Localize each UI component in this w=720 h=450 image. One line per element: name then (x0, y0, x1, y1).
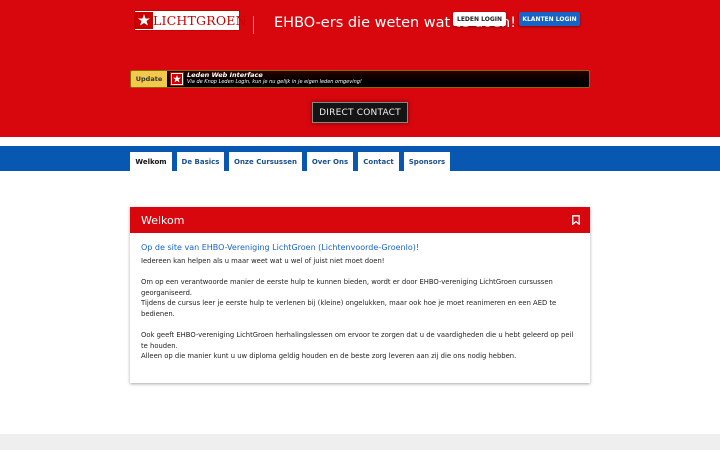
paragraph-diploma: Alleen op die manier kunt u uw diploma g… (141, 352, 517, 361)
paragraph-refresher: Ook geeft EHBO-vereniging LichtGroen her… (141, 331, 574, 350)
paragraph-intro: Iedereen kan helpen als u maar weet wat … (141, 257, 385, 265)
tab-welkom[interactable]: Welkom (130, 152, 172, 171)
update-title: Leden Web Interface (187, 71, 263, 79)
site-logo[interactable]: LICHTGROEN (134, 10, 247, 31)
tab-contact[interactable]: Contact (358, 152, 399, 171)
tab-over-ons[interactable]: Over Ons (307, 152, 353, 171)
direct-contact-button[interactable]: DIRECT CONTACT (312, 102, 408, 123)
tab-onze-cursussen[interactable]: Onze Cursussen (229, 152, 302, 171)
tab-sponsors[interactable]: Sponsors (404, 152, 450, 171)
header-divider (253, 16, 254, 34)
bookmark-icon[interactable] (572, 215, 580, 225)
klanten-login-button[interactable]: KLANTEN LOGIN (519, 12, 580, 26)
logo-cross-icon (170, 72, 184, 86)
logo-text: LICHTGROEN (153, 13, 247, 28)
update-banner[interactable]: Update Leden Web Interface Via de Knop L… (130, 70, 590, 88)
update-subtitle: Via de Knop Leden Login, kun je nu gelij… (187, 79, 362, 85)
paragraph-courses: Om op een verantwoorde manier de eerste … (141, 278, 553, 297)
paragraph-courses-detail: Tijdens de cursus leer je eerste hulp te… (141, 299, 557, 318)
update-label: Update (131, 71, 167, 87)
tab-de-basics[interactable]: De Basics (177, 152, 224, 171)
panel-heading: Welkom (141, 213, 185, 227)
update-body: Leden Web Interface Via de Knop Leden Lo… (167, 71, 589, 87)
panel-header: Welkom (130, 207, 590, 233)
welcome-panel: Welkom Op de site van EHBO-Vereniging Li… (130, 207, 590, 383)
panel-title: Op de site van EHBO-Vereniging LichtGroe… (141, 243, 420, 252)
leden-login-button[interactable]: LEDEN LOGIN (453, 12, 506, 26)
page-footer (0, 434, 720, 450)
logo-cross-icon (135, 11, 153, 30)
